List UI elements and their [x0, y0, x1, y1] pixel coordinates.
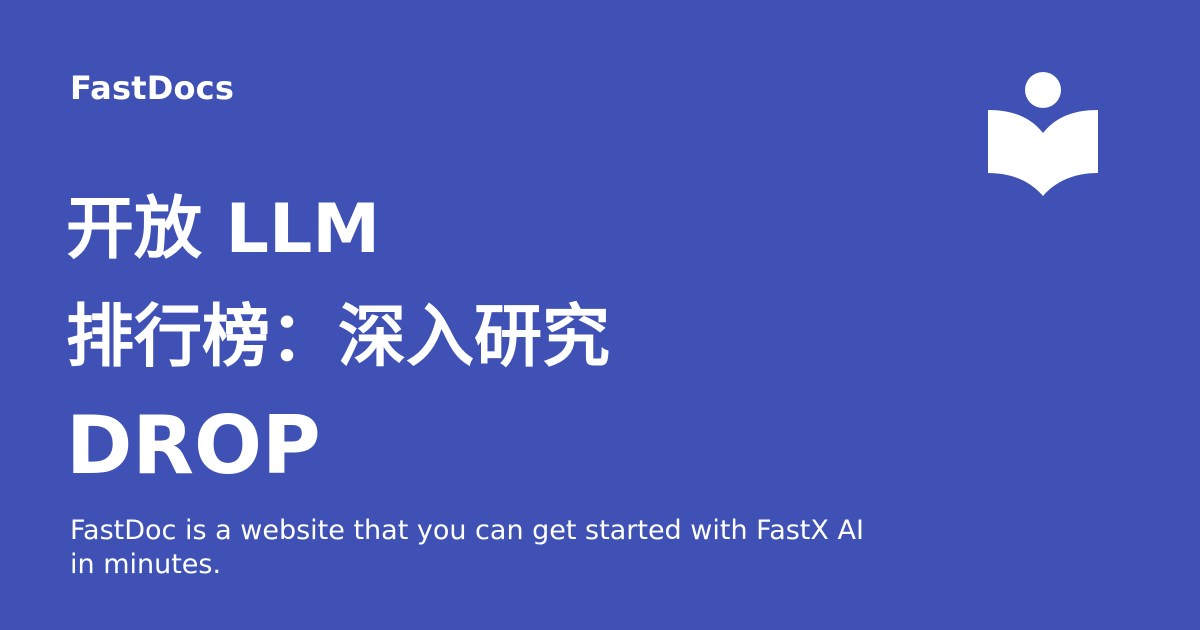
title-line-1: 开放 LLM	[66, 190, 381, 269]
title-line-3: DROP	[66, 399, 321, 492]
site-description: FastDoc is a website that you can get st…	[70, 515, 864, 580]
reader-book-icon	[988, 70, 1100, 198]
title-line-2: 排行榜：深入研究	[66, 298, 611, 377]
brand-name: FastDocs	[70, 69, 235, 107]
page-title: 开放 LLM 排行榜：深入研究 DROP	[66, 176, 966, 500]
